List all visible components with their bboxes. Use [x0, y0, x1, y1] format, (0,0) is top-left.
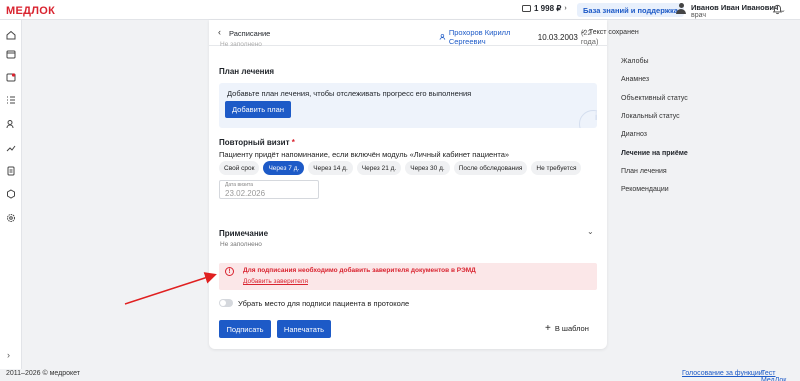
followup-title: Повторный визит *	[219, 138, 295, 147]
top-bar: МЕДЛОК 1 998 ₽ › База знаний и поддержка…	[0, 0, 800, 20]
followup-hint: Пациенту придёт напоминание, если включё…	[219, 150, 510, 159]
nav-item-complaints[interactable]: Жалобы	[621, 58, 649, 65]
signing-alert: ! Для подписания необходимо добавить зав…	[219, 263, 597, 290]
chevron-down-icon[interactable]: ⌄	[587, 227, 594, 236]
nav-item-diagnosis[interactable]: Диагноз	[621, 131, 647, 138]
panel-header: ‹ Расписание Прохоров Кирилл Сергеевич 1…	[209, 20, 639, 46]
chip-7-days[interactable]: Через 7 д.	[263, 161, 305, 175]
chevron-left-icon[interactable]: ‹	[218, 27, 221, 37]
schedule-icon[interactable]	[6, 72, 16, 82]
nav-item-objective-status[interactable]: Объективный статус	[621, 95, 688, 102]
visit-date-field[interactable]: Дата визита 23.02.2026	[219, 180, 319, 199]
check-icon: ✓	[581, 29, 587, 36]
sign-button[interactable]: Подписать	[219, 320, 271, 338]
protocol-panel: ‹ Расписание Прохоров Кирилл Сергеевич 1…	[209, 20, 639, 349]
user-icon	[676, 3, 686, 15]
tasks-icon[interactable]	[6, 95, 16, 105]
save-status: ✓ Текст сохранен	[581, 28, 639, 36]
required-mark: *	[291, 138, 295, 147]
modules-icon[interactable]	[6, 189, 16, 199]
remove-signature-label: Убрать место для подписи пациента в прот…	[238, 299, 410, 308]
followup-title-text: Повторный визит	[219, 138, 290, 147]
test-link[interactable]: Тест МедЛок	[761, 370, 800, 381]
nav-item-local-status[interactable]: Локальный статус	[621, 113, 680, 120]
knowledge-base-button[interactable]: База знаний и поддержка	[577, 3, 684, 17]
remove-signature-toggle[interactable]	[219, 299, 233, 307]
note-value: Не заполнено	[220, 241, 262, 248]
nav-item-anamnesis[interactable]: Анамнез	[621, 76, 649, 83]
print-button[interactable]: Напечатать	[277, 320, 331, 338]
add-certifier-link[interactable]: Добавить заверителя	[243, 278, 308, 285]
error-icon: !	[225, 267, 234, 276]
save-template-label: В шаблон	[554, 324, 589, 333]
breadcrumb[interactable]: Расписание	[229, 29, 270, 38]
nav-item-treatment-plan[interactable]: План лечения	[621, 168, 667, 175]
add-plan-button[interactable]: Добавить план	[225, 101, 291, 118]
logo[interactable]: МЕДЛОК	[6, 5, 55, 17]
visit-date-value: 23.02.2026	[225, 189, 266, 198]
chip-30-days[interactable]: Через 30 д.	[405, 161, 450, 175]
home-icon[interactable]	[6, 30, 16, 40]
chip-not-required[interactable]: Не требуется	[531, 161, 582, 175]
chip-21-days[interactable]: Через 21 д.	[356, 161, 402, 175]
feature-vote-link[interactable]: Голосование за функции	[682, 370, 763, 377]
wallet-icon	[522, 5, 531, 12]
balance-amount: 1 998 ₽	[534, 4, 562, 13]
chip-custom-term[interactable]: Свой срок	[219, 161, 260, 175]
user-menu[interactable]: Иванов Иван Иванович врач ⌄	[676, 3, 786, 20]
analytics-icon[interactable]	[6, 143, 16, 153]
user-icon	[439, 34, 446, 40]
save-status-text: Текст сохранен	[588, 29, 639, 36]
note-title[interactable]: Примечание	[219, 229, 268, 238]
info-icon: i	[595, 112, 597, 123]
footer: 2011–2026 © медрокет Голосование за функ…	[0, 369, 800, 381]
bell-icon[interactable]	[772, 4, 783, 15]
chevron-right-icon: ›	[564, 5, 567, 12]
previous-field-value: Не заполнено	[220, 41, 262, 48]
alert-message: Для подписания необходимо добавить завер…	[243, 267, 476, 274]
chip-14-days[interactable]: Через 14 д.	[308, 161, 353, 175]
save-template-button[interactable]: + В шаблон	[545, 322, 589, 334]
treatment-plan-title: План лечения	[219, 67, 275, 76]
treatment-plan-box: Добавьте план лечения, чтобы отслеживать…	[219, 83, 597, 128]
followup-chips: Свой срок Через 7 д. Через 14 д. Через 2…	[219, 161, 582, 175]
calendar-icon[interactable]	[6, 49, 16, 59]
treatment-plan-hint: Добавьте план лечения, чтобы отслеживать…	[227, 89, 472, 98]
copyright: 2011–2026 © медрокет	[6, 370, 80, 377]
nav-item-treatment[interactable]: Лечение на приёме	[621, 150, 688, 157]
plus-icon: +	[545, 322, 551, 334]
balance-widget[interactable]: 1 998 ₽ ›	[522, 4, 567, 13]
user-name: Иванов Иван Иванович	[691, 3, 779, 12]
nav-item-recommendations[interactable]: Рекомендации	[621, 186, 669, 193]
documents-icon[interactable]	[6, 166, 16, 176]
patient-name[interactable]: Прохоров Кирилл Сергеевич	[449, 28, 535, 46]
visit-date-label: Дата визита	[225, 182, 254, 188]
settings-icon[interactable]	[6, 213, 16, 223]
chip-after-exam[interactable]: После обследования	[453, 161, 528, 175]
expand-sidebar-icon[interactable]: ›	[7, 350, 10, 360]
patients-icon[interactable]	[6, 119, 16, 129]
patient-dob: 10.03.2003	[537, 32, 578, 42]
user-role: врач	[691, 12, 706, 19]
sidebar: ›	[0, 20, 22, 369]
